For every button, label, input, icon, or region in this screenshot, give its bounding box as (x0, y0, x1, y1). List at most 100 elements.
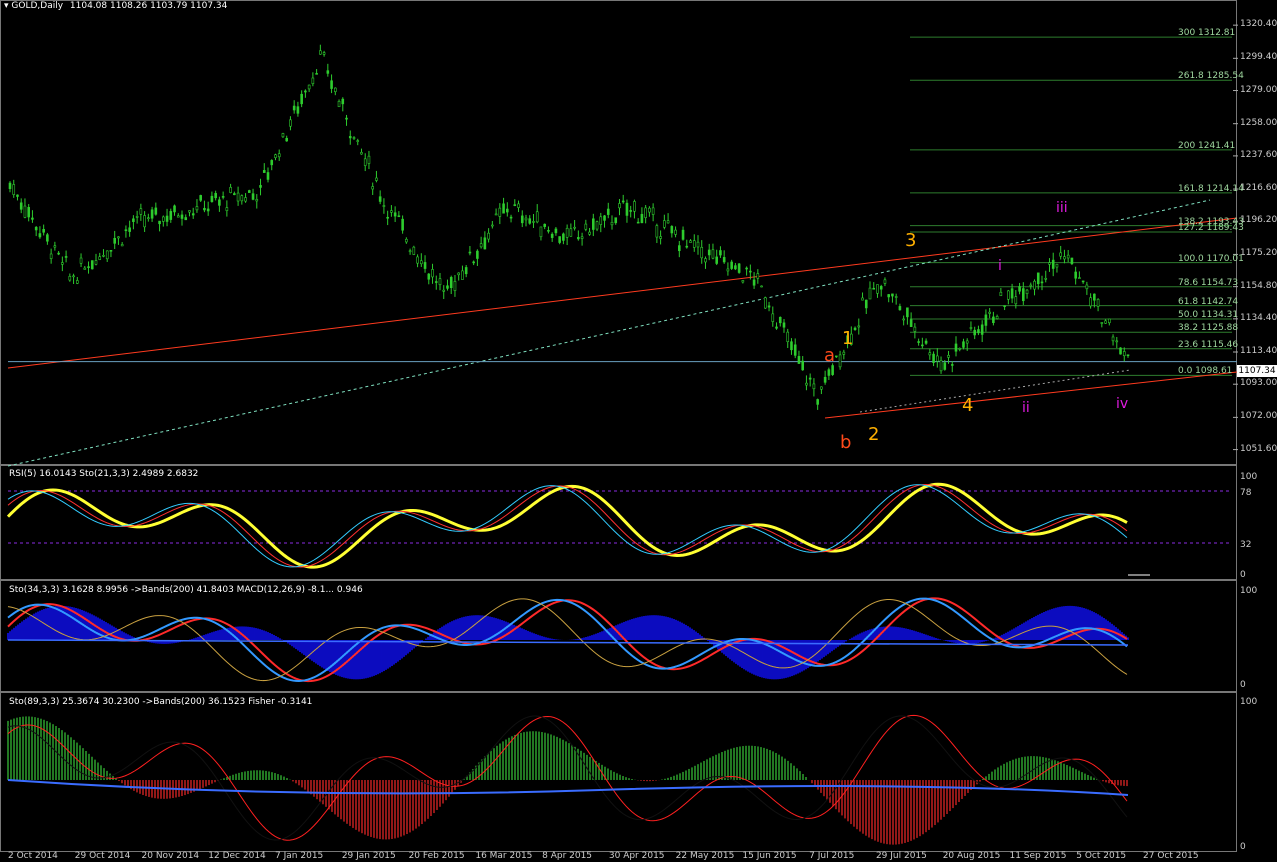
candle-body (360, 152, 363, 155)
chart-canvas[interactable] (0, 0, 1277, 862)
candle-body (707, 249, 711, 256)
candle-body (154, 207, 158, 215)
fib-label: 161.8 1214.14 (1178, 183, 1244, 194)
candle-body (61, 262, 64, 265)
candle-body (46, 234, 49, 242)
candle-body (311, 77, 315, 85)
candle-body (1003, 305, 1006, 307)
dropdown-triangle-icon[interactable]: ▾ (4, 1, 9, 11)
candle-body (506, 208, 509, 213)
candle-body (191, 213, 195, 216)
candle-body (876, 284, 879, 294)
candle-body (386, 216, 389, 219)
wave-label-4: 4 (962, 395, 974, 416)
trend-line-dashed (7, 199, 1211, 467)
candle-body (558, 236, 561, 243)
candle-body (165, 215, 169, 222)
candle-body (326, 70, 330, 74)
candle-body (969, 327, 973, 329)
candle-body (580, 236, 584, 239)
candle-body (1055, 263, 1059, 268)
candle-body (812, 383, 816, 390)
candle-body (864, 299, 868, 309)
candle-body (494, 213, 498, 216)
candle-body (857, 325, 861, 328)
candle-body (225, 207, 229, 211)
candle-body (322, 52, 326, 55)
candle-body (1078, 277, 1081, 279)
candle-body (442, 289, 446, 292)
fib-label: 261.8 1285.54 (1178, 71, 1244, 82)
candle-body (446, 285, 449, 289)
candle-body (633, 201, 636, 212)
candle-body (393, 212, 397, 217)
candle-body (53, 245, 57, 248)
oscillator-line (7, 714, 1128, 841)
x-axis-label: 12 Dec 2014 (208, 851, 266, 861)
candle-body (356, 140, 360, 142)
fib-label: 38.2 1125.88 (1178, 323, 1239, 334)
candle-body (805, 382, 808, 386)
candle-body (614, 217, 618, 224)
wave-label-a: a (824, 345, 836, 366)
candle-body (476, 250, 479, 259)
candle-body (79, 257, 83, 264)
candle-body (363, 158, 367, 166)
candle-body (498, 207, 502, 217)
candle-body (797, 356, 801, 364)
candle-body (1115, 340, 1119, 343)
x-axis-label: 2 Oct 2014 (8, 851, 58, 861)
candle-body (367, 155, 371, 164)
candle-body (767, 305, 771, 308)
x-axis-label: 29 Oct 2014 (74, 851, 131, 861)
candle-body (573, 226, 576, 229)
candle-body (984, 314, 988, 326)
candle-body (629, 210, 632, 212)
candle-body (16, 194, 19, 197)
candle-body (188, 210, 191, 213)
candle-body (1044, 277, 1048, 280)
candle-body (644, 207, 647, 218)
oscillator-line (7, 598, 1128, 682)
x-axis-label: 22 May 2015 (675, 851, 735, 861)
candle-body (1081, 280, 1085, 283)
candle-body (132, 218, 135, 222)
oscillator-line (6, 482, 1128, 569)
candle-body (184, 217, 188, 221)
candle-body (307, 84, 311, 90)
fib-label: 300 1312.81 (1178, 28, 1236, 39)
candle-body (917, 341, 920, 343)
rsi-tick-label: 32 (1240, 540, 1252, 550)
candle-body (947, 355, 950, 358)
candle-body (64, 256, 68, 258)
candle-body (648, 207, 651, 213)
trend-line-upper (7, 217, 1238, 369)
candle-body (427, 273, 431, 280)
candle-body (1074, 271, 1077, 279)
candle-body (1070, 257, 1074, 265)
candle-body (206, 208, 210, 212)
candle-body (375, 177, 378, 181)
candle-body (879, 286, 883, 290)
candle-body (176, 215, 180, 218)
wave-label-3: 3 (905, 230, 917, 251)
candle-body (1040, 281, 1044, 284)
candle-body (928, 352, 932, 356)
fib-label: 23.6 1115.46 (1178, 339, 1239, 350)
candle-body (1085, 284, 1089, 290)
x-axis-label: 29 Jul 2015 (875, 851, 927, 861)
fisher-tick-label: 100 (1240, 697, 1258, 707)
candle-body (835, 355, 838, 358)
candle-body (965, 340, 969, 344)
candle-body (786, 331, 790, 342)
macd-tick-label: 0 (1240, 680, 1246, 690)
candle-body (420, 260, 423, 265)
candle-body (277, 153, 281, 158)
symbol-label: ▾ GOLD,Daily 1104.08 1108.26 1103.79 110… (4, 1, 227, 11)
candle-body (651, 207, 655, 215)
candle-body (345, 117, 348, 120)
candle-body (771, 313, 775, 322)
candle-body (266, 172, 270, 180)
candle-body (449, 277, 453, 289)
x-axis-label: 5 Oct 2015 (1076, 851, 1127, 861)
